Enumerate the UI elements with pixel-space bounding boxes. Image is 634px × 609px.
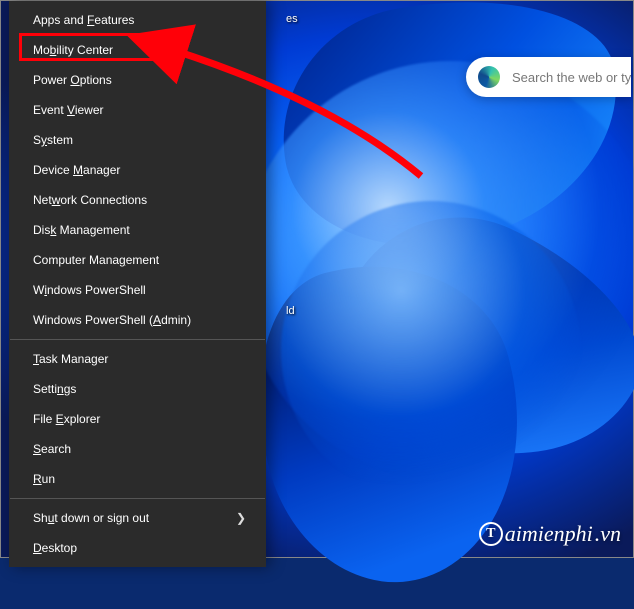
winx-power-menu: Apps and Features Mobility Center Power …	[9, 1, 266, 567]
desktop-search-widget[interactable]: Search the web or type a	[466, 57, 631, 97]
menu-item-computer-management[interactable]: Computer Management	[9, 245, 266, 275]
watermark-suffix: .vn	[595, 521, 621, 547]
menu-item-task-manager[interactable]: Task Manager	[9, 344, 266, 374]
menu-item-apps-features[interactable]: Apps and Features	[9, 5, 266, 35]
menu-item-desktop[interactable]: Desktop	[9, 533, 266, 563]
menu-separator	[10, 339, 265, 340]
menu-item-file-explorer[interactable]: File Explorer	[9, 404, 266, 434]
menu-item-power-options[interactable]: Power Options	[9, 65, 266, 95]
watermark: T aimienphi .vn	[479, 521, 621, 547]
wallpaper-bloom	[281, 201, 581, 501]
desktop-icon-label-fragment: es	[286, 13, 298, 25]
desktop-icon-label-fragment: ld	[286, 305, 295, 317]
watermark-badge: T	[479, 522, 503, 546]
menu-item-shutdown-signout[interactable]: Shut down or sign out ❯	[9, 503, 266, 533]
edge-icon	[478, 66, 500, 88]
menu-item-mobility-center[interactable]: Mobility Center	[9, 35, 266, 65]
menu-item-run[interactable]: Run	[9, 464, 266, 494]
menu-item-settings[interactable]: Settings	[9, 374, 266, 404]
menu-item-network-connections[interactable]: Network Connections	[9, 185, 266, 215]
chevron-right-icon: ❯	[236, 503, 246, 533]
menu-item-disk-management[interactable]: Disk Management	[9, 215, 266, 245]
menu-item-system[interactable]: System	[9, 125, 266, 155]
menu-item-powershell[interactable]: Windows PowerShell	[9, 275, 266, 305]
watermark-text: aimienphi	[505, 521, 593, 547]
search-placeholder: Search the web or type a	[512, 70, 631, 85]
menu-separator	[10, 498, 265, 499]
menu-item-powershell-admin[interactable]: Windows PowerShell (Admin)	[9, 305, 266, 335]
menu-item-event-viewer[interactable]: Event Viewer	[9, 95, 266, 125]
menu-item-search[interactable]: Search	[9, 434, 266, 464]
menu-item-device-manager[interactable]: Device Manager	[9, 155, 266, 185]
